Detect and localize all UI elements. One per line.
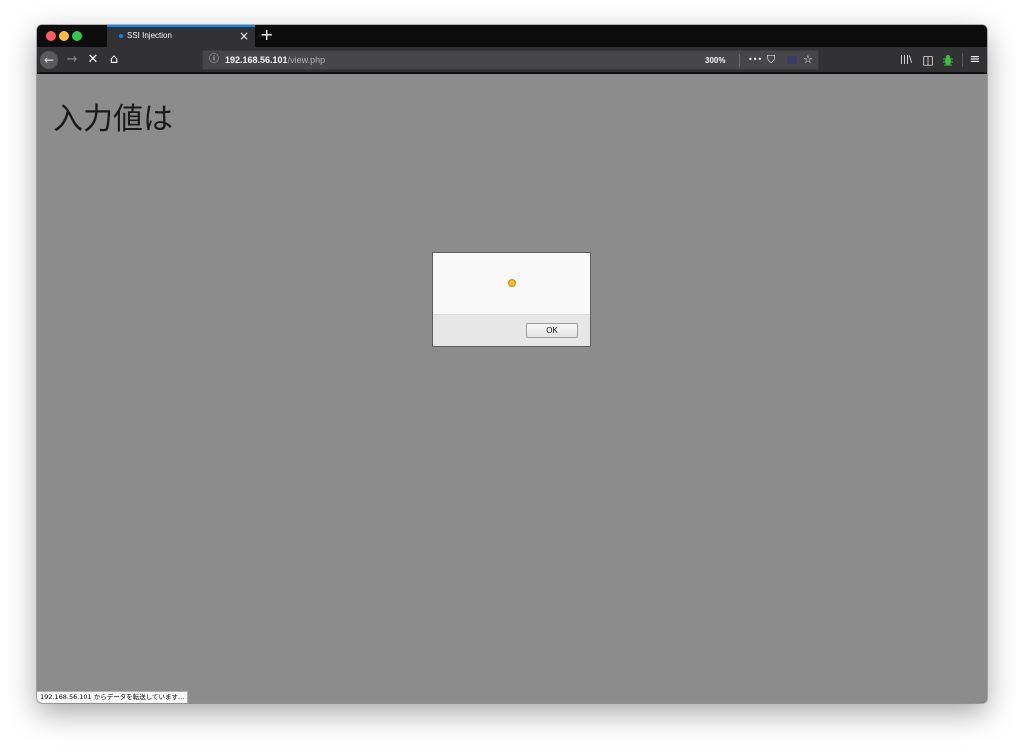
bookmark-star-icon[interactable]: ☆ [803, 52, 813, 68]
url-bar-divider [739, 54, 740, 67]
minimize-window-button[interactable] [59, 31, 69, 41]
nav-toolbar: ← → ✕ ⌂ ⓘ 192.168.56.101/view.php 300% •… [37, 47, 987, 73]
stop-button[interactable]: ✕ [85, 51, 101, 69]
close-tab-icon[interactable]: × [239, 29, 249, 43]
menu-icon[interactable]: ≡ [967, 51, 983, 69]
page-content: 入力値は OK 192.168.56.101 からデータを転送しています... [37, 74, 987, 703]
smiley-emoji-icon [508, 279, 516, 287]
close-window-button[interactable] [46, 31, 56, 41]
alert-message-area [433, 253, 590, 314]
info-icon[interactable]: ⓘ [209, 53, 219, 67]
library-icon[interactable]: |||\ [898, 51, 914, 69]
forward-button[interactable]: → [64, 51, 80, 69]
page-actions-icon[interactable]: ••• [748, 52, 762, 68]
page-heading: 入力値は [53, 102, 173, 137]
url-path: /view.php [287, 55, 326, 65]
tab-ssi-injection[interactable]: SSI Injection × [107, 25, 255, 47]
home-button[interactable]: ⌂ [106, 51, 122, 69]
pocket-icon[interactable]: ⛉ [767, 52, 775, 68]
extension-bug-icon[interactable] [942, 54, 954, 66]
toolbar-divider [962, 53, 963, 67]
zoom-window-button[interactable] [72, 31, 82, 41]
reader-highlight-icon[interactable] [787, 56, 797, 64]
tab-title: SSI Injection [127, 31, 172, 40]
browser-window: SSI Injection × + ← → ✕ ⌂ ⓘ 192.168.56.1… [37, 25, 987, 703]
alert-button-area: OK [433, 314, 590, 346]
ok-button[interactable]: OK [526, 323, 578, 338]
url-host: 192.168.56.101 [225, 55, 288, 65]
url-bar[interactable]: ⓘ 192.168.56.101/view.php 300% ••• ⛉ ☆ [202, 50, 819, 70]
back-button[interactable]: ← [40, 51, 58, 69]
tab-strip: SSI Injection × + [37, 25, 987, 47]
zoom-level-button[interactable]: 300% [705, 54, 725, 67]
url-text[interactable]: 192.168.56.101/view.php [225, 54, 325, 67]
loading-icon [119, 34, 123, 38]
sidebar-icon[interactable]: ◫ [920, 51, 936, 69]
alert-dialog: OK [432, 252, 591, 347]
status-bar: 192.168.56.101 からデータを転送しています... [37, 691, 189, 703]
new-tab-button[interactable]: + [260, 25, 273, 45]
